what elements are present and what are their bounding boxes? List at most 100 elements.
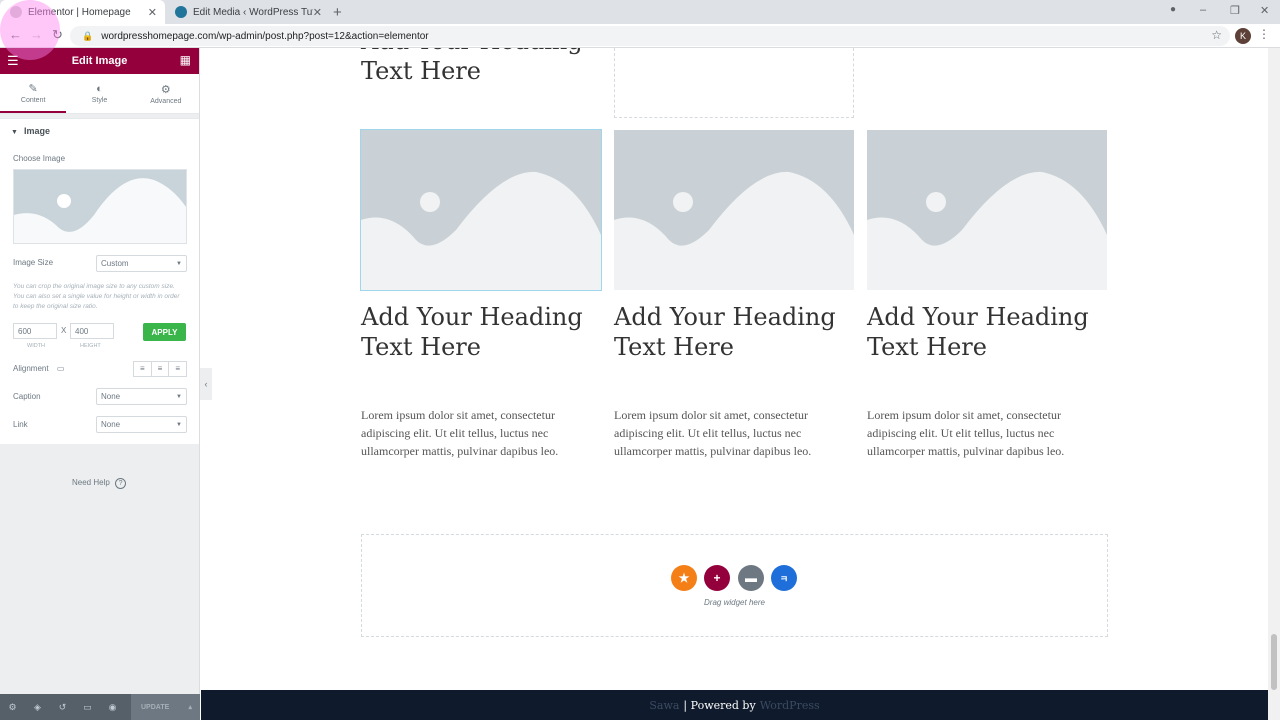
footer-site-name: Sawa <box>649 698 680 712</box>
add-section-button[interactable]: + <box>704 565 730 591</box>
scrollbar-thumb[interactable] <box>1271 634 1277 690</box>
panel-tabs: ✎ Content ◐ Style ⚙ Advanced <box>0 74 199 114</box>
close-tab-icon[interactable]: ✕ <box>148 6 157 19</box>
menu-icon[interactable]: ⋮ <box>1258 27 1270 41</box>
align-left-icon[interactable]: ≡ <box>134 362 152 376</box>
alignment-label: Alignment ▭ <box>13 364 64 373</box>
need-help-link[interactable]: Need Help ? <box>72 478 127 489</box>
favicon-icon <box>10 6 22 18</box>
caption-label: Caption <box>13 392 41 401</box>
panel-header: ☰ Edit Image ▦ <box>0 48 199 74</box>
elementor-panel: ☰ Edit Image ▦ ✎ Content ◐ Style ⚙ Advan… <box>0 48 200 720</box>
settings-icon[interactable]: ⚙ <box>0 702 25 713</box>
column-heading[interactable]: Add Your Heading Text Here <box>361 302 601 362</box>
column-text[interactable]: Lorem ipsum dolor sit amet, consectetur … <box>361 406 601 460</box>
pencil-icon: ✎ <box>28 82 38 95</box>
placeholder-image-icon <box>14 170 186 243</box>
caret-down-icon: ▼ <box>176 421 182 428</box>
gear-icon: ⚙ <box>160 83 171 96</box>
select-value: None <box>101 420 121 429</box>
tab-label: Advanced <box>150 97 182 105</box>
column-heading[interactable]: Add Your Heading Text Here <box>614 302 854 362</box>
need-help-text: Need Help <box>72 478 110 487</box>
restore-icon[interactable]: ❐ <box>1230 4 1240 17</box>
column-text[interactable]: Lorem ipsum dolor sit amet, consectetur … <box>614 406 854 460</box>
navigator-icon[interactable]: ◈ <box>25 702 50 713</box>
tab-label: Content <box>20 96 46 104</box>
new-tab-icon[interactable]: + <box>333 4 342 21</box>
image-chooser[interactable] <box>13 169 187 244</box>
image-size-select[interactable]: Custom ▼ <box>96 255 187 272</box>
height-input[interactable]: 400 <box>70 323 114 339</box>
choose-image-label: Choose Image <box>13 154 66 163</box>
select-value: Custom <box>101 259 129 268</box>
tab-title: Edit Media ‹ WordPress Tutorial <box>193 6 313 18</box>
tab-content[interactable]: ✎ Content <box>0 74 67 113</box>
section-toggle-image[interactable]: ▼ Image <box>11 126 50 136</box>
addon-icon[interactable]: ㅋ <box>771 565 797 591</box>
width-input[interactable]: 600 <box>13 323 57 339</box>
lock-icon: 🔒 <box>82 30 94 41</box>
placeholder-image-icon <box>614 130 854 290</box>
caption-select[interactable]: None ▼ <box>96 388 187 405</box>
preview-eye-icon[interactable]: ◉ <box>100 702 125 713</box>
url-text: wordpresshomepage.com/wp-admin/post.php?… <box>101 30 429 42</box>
height-caption: HEIGHT <box>80 343 101 349</box>
image-widget-1[interactable] <box>360 129 602 291</box>
placeholder-image-icon <box>867 130 1107 290</box>
top-heading[interactable]: Add Your Heading Text Here <box>361 48 601 86</box>
tab-edit-media[interactable]: Edit Media ‹ WordPress Tutorial ✕ <box>165 0 330 24</box>
apply-button[interactable]: APPLY <box>143 323 186 341</box>
profile-avatar[interactable]: K <box>1235 28 1251 44</box>
back-icon[interactable]: ← <box>9 27 22 42</box>
add-section-dropzone[interactable]: ★ + ▬ ㅋ Drag widget here <box>361 534 1108 637</box>
reload-icon[interactable]: ↻ <box>52 27 63 43</box>
width-caption: WIDTH <box>27 343 46 349</box>
minimize-icon[interactable]: – <box>1200 4 1206 16</box>
link-label: Link <box>13 420 28 429</box>
widgets-grid-icon[interactable]: ▦ <box>180 53 191 67</box>
update-button[interactable]: UPDATE ▴ <box>131 694 200 720</box>
close-window-icon[interactable]: ✕ <box>1260 4 1269 17</box>
history-icon[interactable]: ↺ <box>50 702 75 713</box>
forward-icon[interactable]: → <box>30 27 43 42</box>
align-right-icon[interactable]: ≡ <box>169 362 186 376</box>
question-icon: ? <box>115 478 127 489</box>
page-canvas: Add Your Heading Text Here Add Your Head… <box>201 48 1268 720</box>
times-sign: X <box>61 326 67 335</box>
panel-title: Edit Image <box>71 55 128 67</box>
desktop-icon[interactable]: ▭ <box>57 364 65 373</box>
kit-star-icon[interactable]: ★ <box>671 565 697 591</box>
select-value: None <box>101 392 121 401</box>
caret-down-icon: ▼ <box>176 260 182 267</box>
hamburger-icon[interactable]: ☰ <box>7 53 19 69</box>
alignment-text: Alignment <box>13 364 49 373</box>
close-tab-icon[interactable]: ✕ <box>313 6 322 19</box>
tab-elementor[interactable]: Elementor | Homepage ✕ <box>0 0 165 24</box>
browser-tab-bar: Elementor | Homepage ✕ Edit Media ‹ Word… <box>0 0 1280 24</box>
column-text[interactable]: Lorem ipsum dolor sit amet, consectetur … <box>867 406 1107 460</box>
canvas-scrollbar[interactable] <box>1268 48 1280 720</box>
link-select[interactable]: None ▼ <box>96 416 187 433</box>
site-footer: Sawa | Powered by WordPress <box>201 690 1268 720</box>
column-heading[interactable]: Add Your Heading Text Here <box>867 302 1107 362</box>
footer-powered-by: | Powered by <box>683 698 756 712</box>
image-widget-2[interactable] <box>614 130 854 290</box>
url-field[interactable]: 🔒 wordpresshomepage.com/wp-admin/post.ph… <box>70 26 1230 46</box>
responsive-icon[interactable]: ▭ <box>75 702 100 713</box>
update-label: UPDATE <box>141 703 170 711</box>
bookmark-star-icon[interactable]: ☆ <box>1211 28 1222 42</box>
tab-label: Style <box>91 97 108 104</box>
address-bar: ← → ↻ 🔒 wordpresshomepage.com/wp-admin/p… <box>0 24 1280 48</box>
align-center-icon[interactable]: ≡ <box>152 362 170 376</box>
contrast-icon: ◐ <box>96 83 103 95</box>
caret-down-icon: ▼ <box>11 129 18 136</box>
wordpress-icon <box>175 6 187 18</box>
placeholder-image-icon <box>361 130 601 290</box>
template-folder-icon[interactable]: ▬ <box>738 565 764 591</box>
tab-style[interactable]: ◐ Style <box>66 74 132 113</box>
image-size-label: Image Size <box>13 258 54 267</box>
tab-advanced[interactable]: ⚙ Advanced <box>133 74 199 113</box>
image-widget-3[interactable] <box>867 130 1107 290</box>
caret-up-icon[interactable]: ▴ <box>188 703 192 711</box>
